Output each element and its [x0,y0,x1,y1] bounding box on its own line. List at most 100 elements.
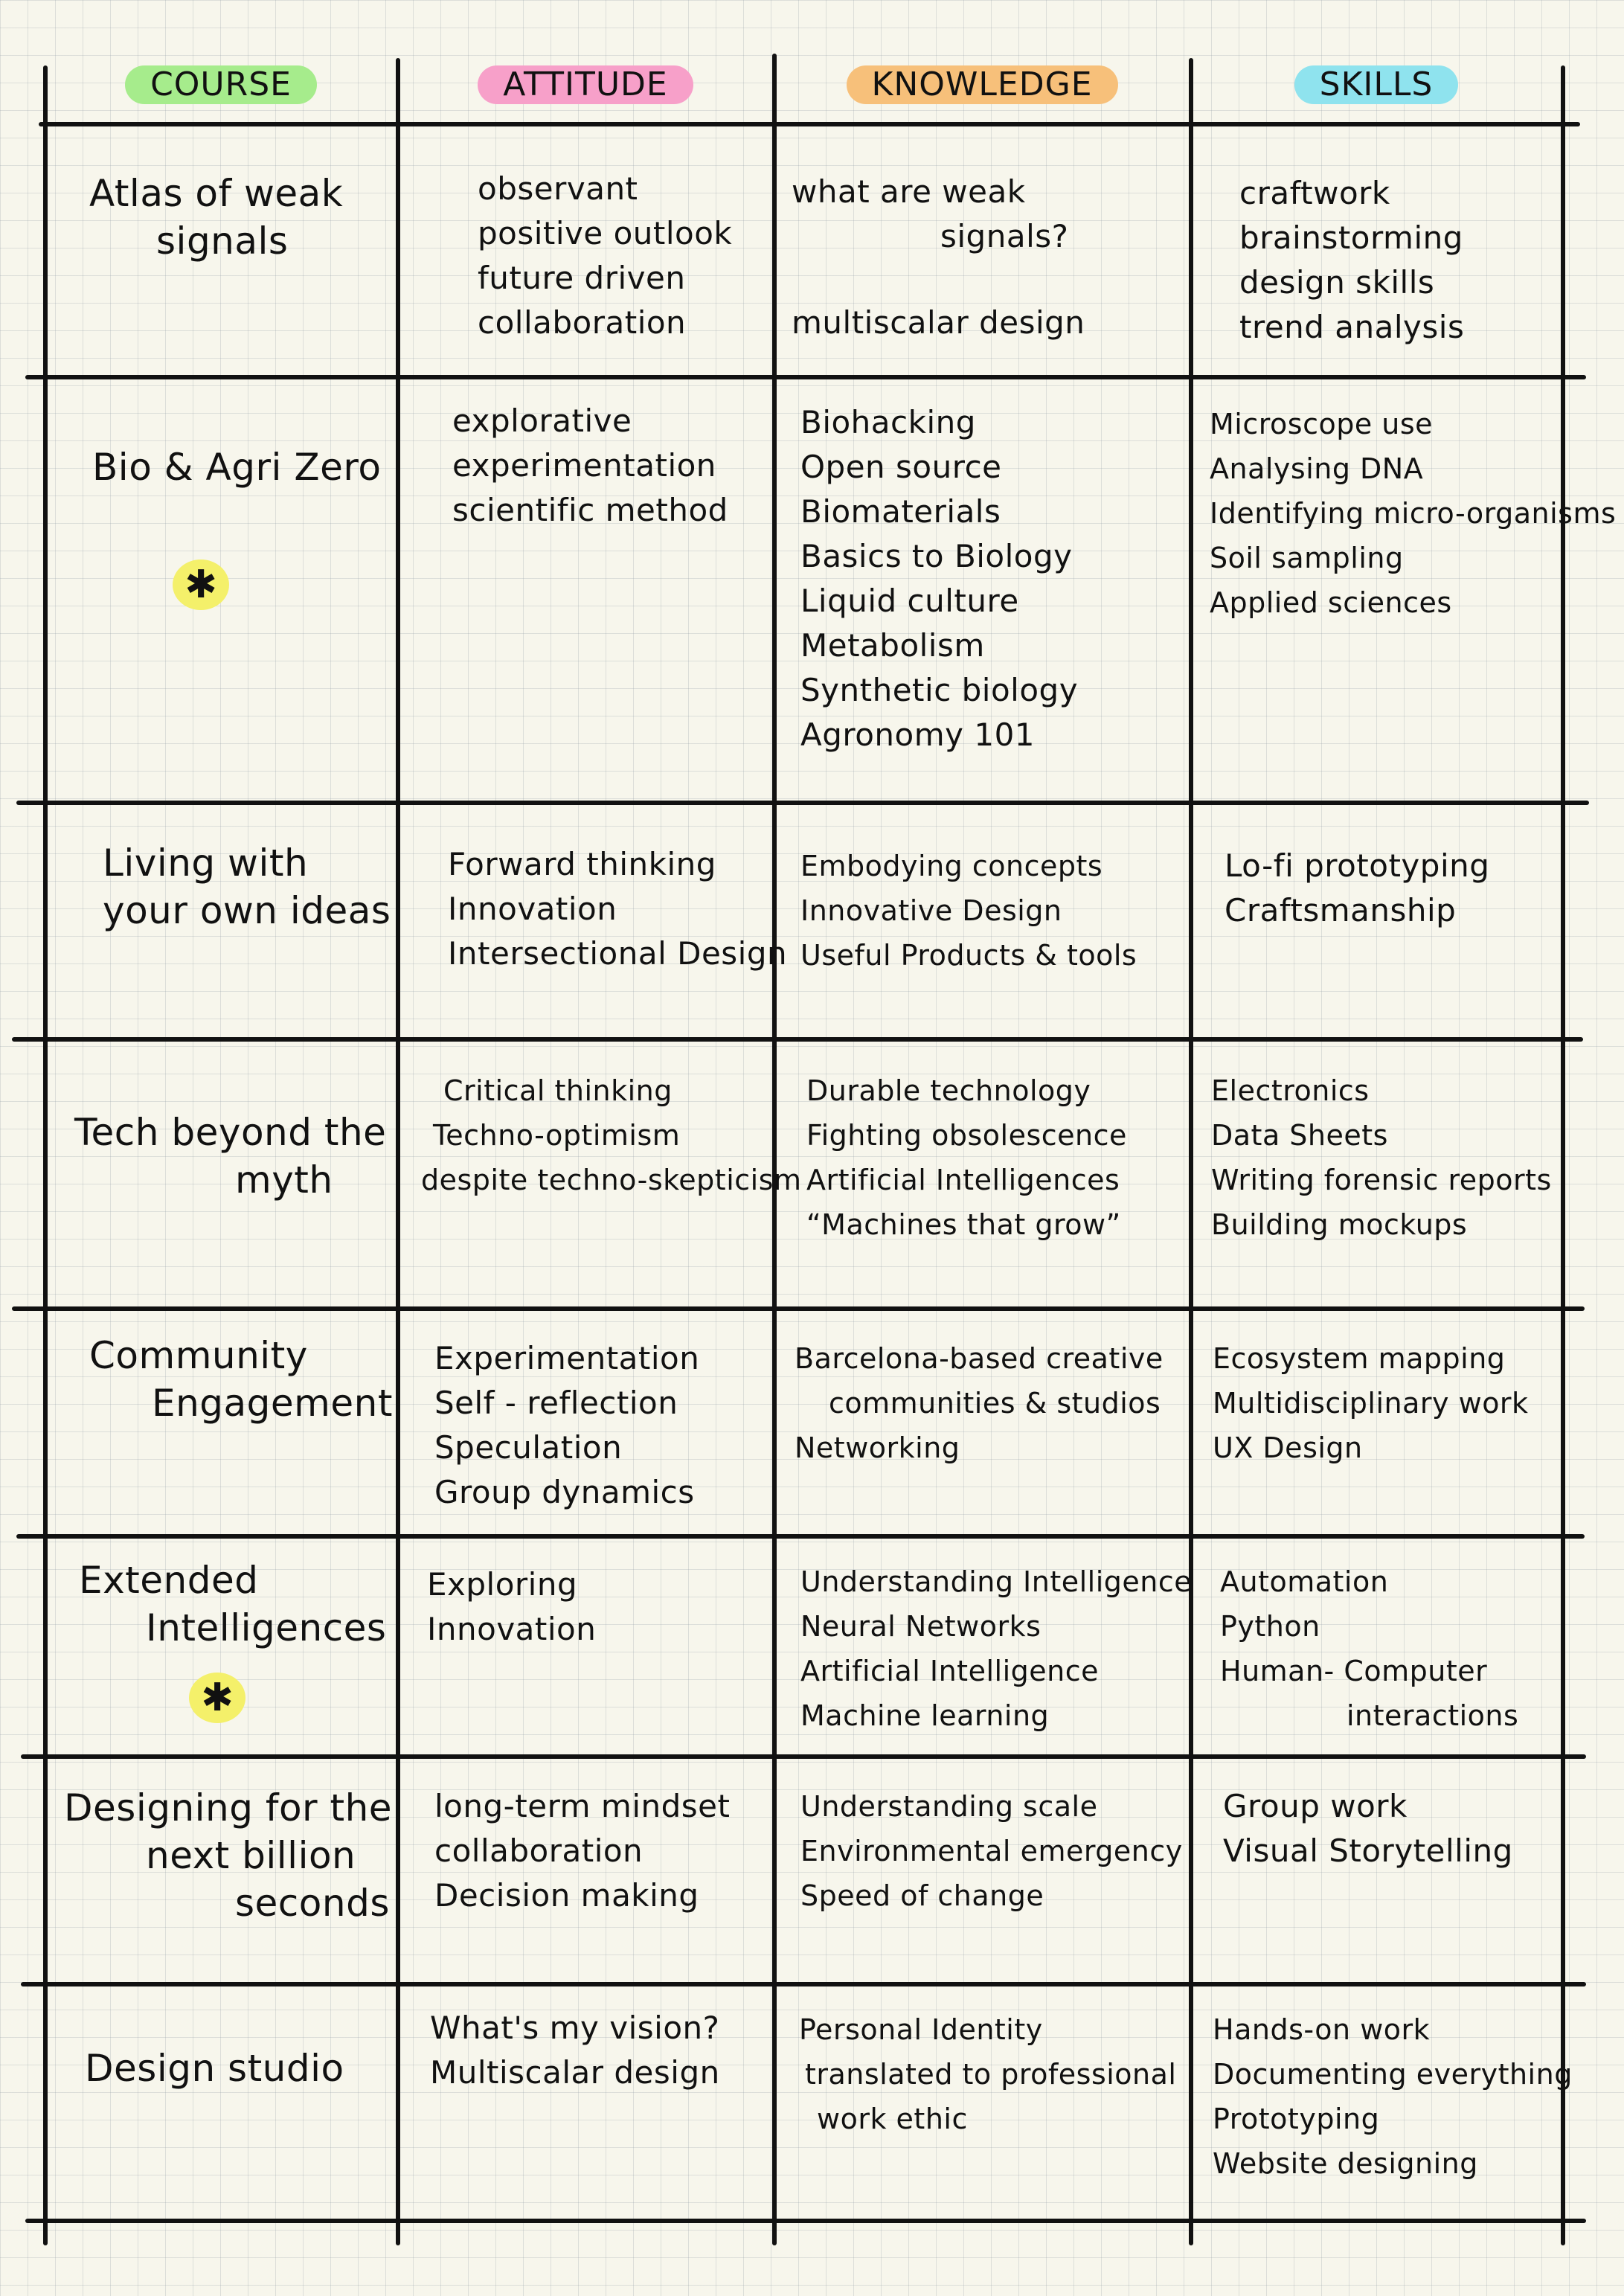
knowledge-item: Neural Networks [800,1610,1042,1643]
star-icon: ✱ [189,1673,245,1723]
skills-item: Analysing DNA [1210,452,1424,485]
knowledge-item: Metabolism [800,627,985,664]
course-line: signals [156,219,289,263]
row-8-knowledge: Personal Identity translated to professi… [799,2007,1177,2141]
skills-item: UX Design [1213,1431,1363,1464]
knowledge-item: multiscalar design [792,304,1085,341]
skills-item: Hands-on work [1213,2013,1431,2046]
grid-line-horizontal [25,375,1586,379]
knowledge-item: Fighting obsolescence [806,1119,1127,1152]
row-3-course: Living with your own ideas [103,839,391,934]
row-5-attitude: Experimentation Self - reflection Specul… [434,1336,699,1515]
row-1-course: Atlas of weak signals [89,170,343,265]
attitude-item: Techno-optimism [433,1119,681,1152]
header-course-label: COURSE [125,65,317,104]
row-2-attitude: explorative experimentation scientific m… [452,399,728,533]
skills-item: brainstorming [1239,219,1463,256]
knowledge-item: Speed of change [800,1879,1044,1912]
attitude-item: Innovation [427,1611,597,1647]
grid-line-horizontal [12,1306,1585,1311]
header-course: COURSE [48,65,394,104]
skills-item: Microscope use [1210,408,1434,440]
course-line: seconds [235,1882,390,1925]
row-4-knowledge: Durable technology Fighting obsolescence… [806,1068,1127,1247]
row-8-attitude: What's my vision? Multiscalar design [430,2006,720,2095]
skills-item: Applied sciences [1210,586,1452,619]
knowledge-item: Embodying concepts [800,850,1103,882]
row-7-course: Designing for the next billion seconds [64,1784,392,1927]
row-4-course: Tech beyond the myth [74,1109,386,1204]
course-line: myth [235,1158,333,1202]
row-6-course: Extended Intelligences [79,1556,386,1652]
attitude-item: collaboration [434,1832,643,1869]
skills-item: Identifying micro-organisms [1210,497,1617,530]
attitude-item: What's my vision? [430,2010,720,2046]
attitude-item: positive outlook [478,215,733,251]
header-skills-label: SKILLS [1294,65,1459,104]
course-line: Atlas of weak [89,172,344,215]
row-3-knowledge: Embodying concepts Innovative Design Use… [800,844,1137,978]
attitude-item: Critical thinking [443,1074,673,1107]
row-5-course: Community Engagement [89,1332,393,1427]
row-2-skills: Microscope use Analysing DNA Identifying… [1210,402,1616,625]
grid-line-horizontal [12,1037,1583,1042]
grid-line-vertical [396,58,400,2245]
row-5-skills: Ecosystem mapping Multidisciplinary work… [1213,1336,1529,1470]
star-icon: ✱ [173,559,229,610]
row-7-knowledge: Understanding scale Environmental emerge… [800,1784,1183,1918]
knowledge-item: Personal Identity [799,2013,1043,2046]
knowledge-item: communities & studios [829,1387,1161,1420]
row-3-attitude: Forward thinking Innovation Intersection… [448,842,787,976]
skills-item: Building mockups [1211,1208,1468,1241]
skills-item: Prototyping [1213,2103,1380,2135]
knowledge-item: Biohacking [800,404,976,440]
row-4-skills: Electronics Data Sheets Writing forensic… [1211,1068,1552,1247]
grid-line-horizontal [16,801,1589,805]
knowledge-item: Networking [795,1431,960,1464]
attitude-item: Intersectional Design [448,935,788,972]
course-line: Extended [79,1559,259,1602]
grid-line-horizontal [16,1534,1585,1539]
header-skills: SKILLS [1193,65,1559,104]
row-3-skills: Lo-fi prototyping Craftsmanship [1225,844,1489,933]
attitude-item: experimentation [452,447,716,484]
attitude-item: Experimentation [434,1340,700,1376]
attitude-item: scientific method [452,492,728,528]
attitude-item: despite techno-skepticism [421,1164,802,1196]
knowledge-item: Environmental emergency [800,1835,1183,1867]
attitude-item: Multiscalar design [430,2054,720,2091]
knowledge-item: Understanding Intelligence [800,1565,1193,1598]
grid-line-horizontal [39,122,1580,126]
grid-line-vertical [1561,65,1565,2245]
skills-item: Multidisciplinary work [1213,1387,1529,1420]
knowledge-item: Innovative Design [800,894,1062,927]
skills-item: Automation [1220,1565,1389,1598]
attitude-item: collaboration [478,304,687,341]
row-1-knowledge: what are weak signals? multiscalar desig… [792,170,1085,345]
row-7-skills: Group work Visual Storytelling [1223,1784,1513,1873]
row-5-knowledge: Barcelona-based creative communities & s… [795,1336,1164,1470]
knowledge-item: translated to professional [805,2058,1177,2091]
knowledge-item: Synthetic biology [800,672,1079,708]
knowledge-item: Agronomy 101 [800,716,1036,753]
skills-item: interactions [1347,1699,1519,1732]
knowledge-item: Barcelona-based creative [795,1342,1164,1375]
skills-item: Python [1220,1610,1320,1643]
course-line: Engagement [152,1382,393,1425]
row-6-skills: Automation Python Human- Computer intera… [1220,1559,1518,1738]
attitude-item: Self - reflection [434,1385,678,1421]
attitude-item: Group dynamics [434,1474,695,1510]
knowledge-item: “Machines that grow” [806,1208,1121,1241]
knowledge-item: Liquid culture [800,583,1019,619]
row-1-attitude: observant positive outlook future driven… [478,167,732,345]
row-2-knowledge: Biohacking Open source Biomaterials Basi… [800,400,1078,757]
knowledge-item: Durable technology [806,1074,1091,1107]
grid-line-vertical [1189,58,1193,2245]
skills-item: Lo-fi prototyping [1225,847,1490,884]
course-line: Intelligences [146,1606,387,1649]
course-line: Designing for the [64,1786,393,1830]
knowledge-item: Basics to Biology [800,538,1073,574]
grid-line-horizontal [21,1982,1586,1986]
skills-item: Group work [1223,1788,1408,1824]
attitude-item: Innovation [448,891,617,927]
